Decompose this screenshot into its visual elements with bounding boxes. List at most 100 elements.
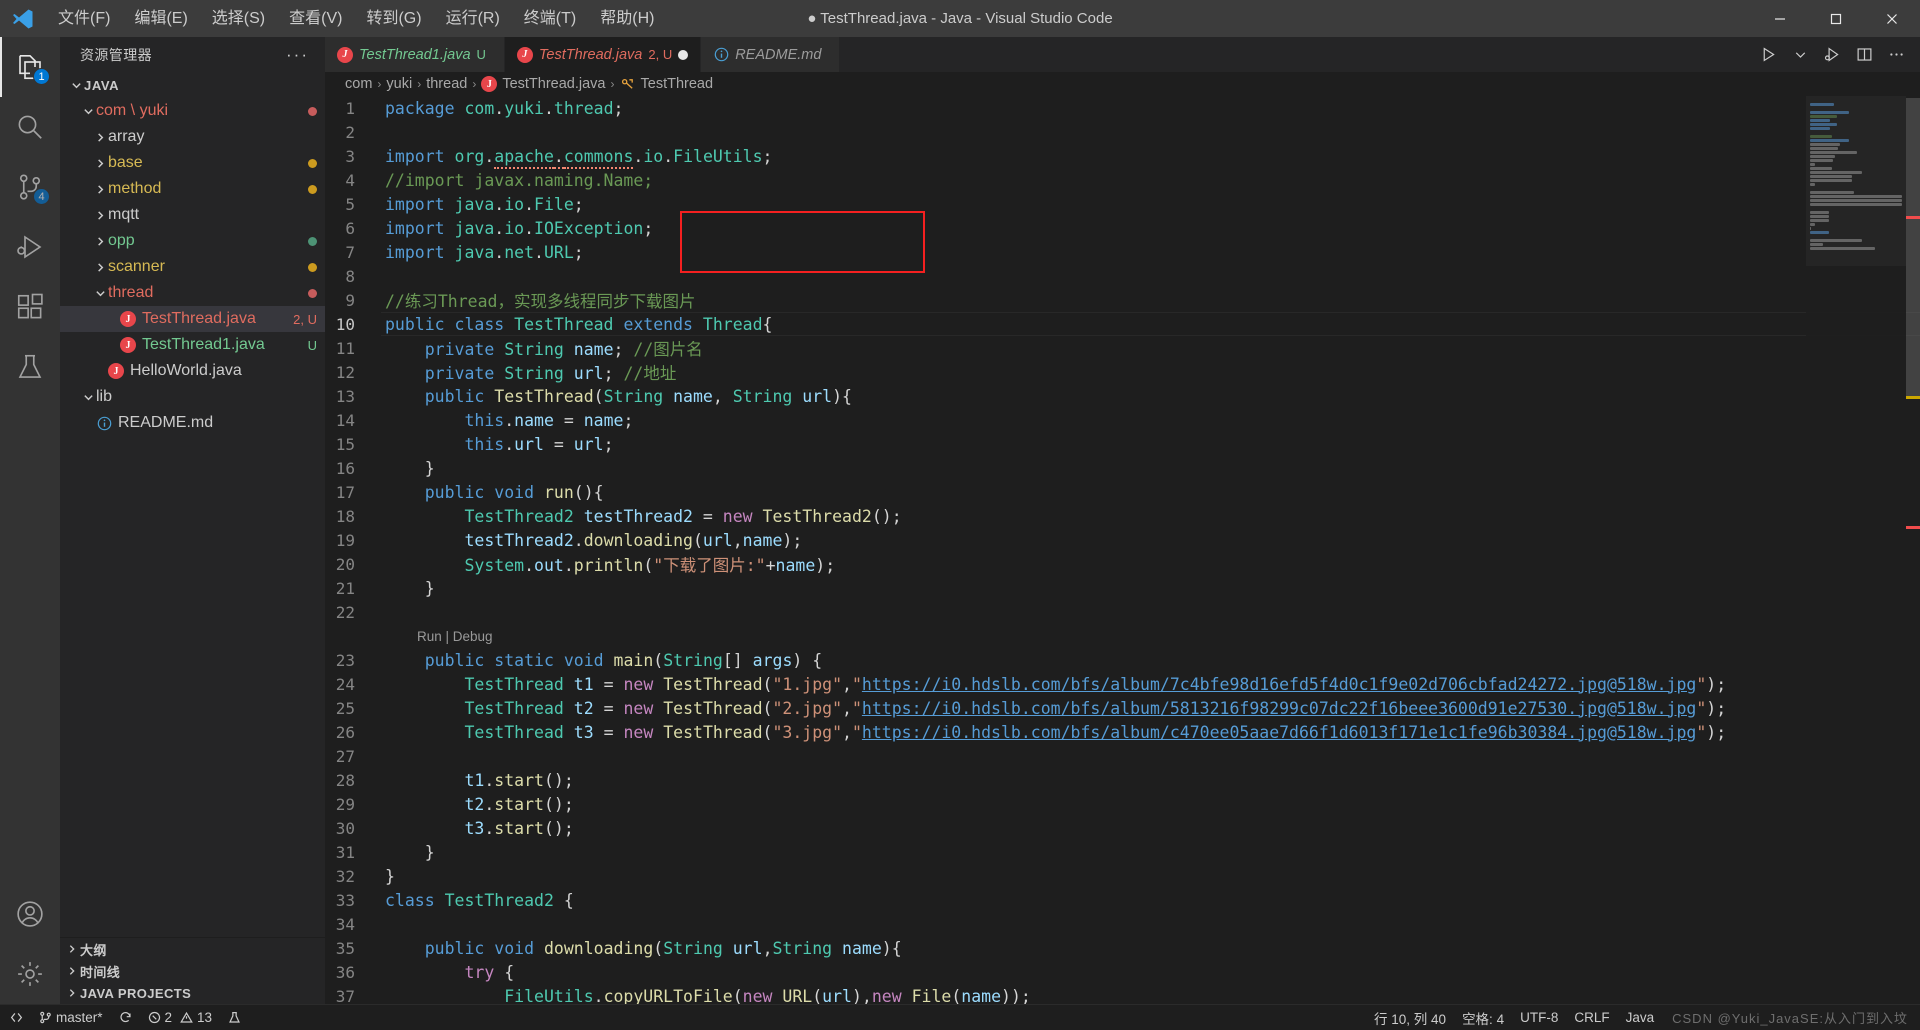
breadcrumb-item-thread[interactable]: thread bbox=[426, 76, 467, 92]
tree-item-lib[interactable]: lib bbox=[60, 384, 325, 410]
code-lens-run[interactable]: Run bbox=[417, 629, 442, 644]
status-remote-indicator[interactable] bbox=[2, 1005, 31, 1030]
tree-item-testthread1-java[interactable]: J TestThread1.java U bbox=[60, 332, 325, 358]
menu-item-terminal[interactable]: 终端(T) bbox=[512, 0, 588, 37]
minimap[interactable] bbox=[1806, 96, 1906, 1004]
sidebar-section-java-projects[interactable]: JAVA PROJECTS bbox=[60, 982, 325, 1004]
status-language-mode[interactable]: Java bbox=[1618, 1005, 1663, 1030]
activity-bar[interactable]: 1 4 bbox=[0, 37, 60, 1004]
editor-actions[interactable] bbox=[1754, 37, 1920, 72]
scrollbar-thumb[interactable] bbox=[1906, 98, 1920, 398]
menu-item-edit[interactable]: 编辑(E) bbox=[122, 0, 199, 37]
code-line[interactable]: 10 public class TestThread extends Thread… bbox=[325, 312, 1920, 336]
code-line[interactable]: 20 System.out.println("下载了图片:"+name); bbox=[325, 552, 1920, 576]
code-line[interactable]: 1 package com.yuki.thread; bbox=[325, 96, 1920, 120]
status-sync[interactable] bbox=[111, 1005, 140, 1030]
tree-item-java[interactable]: JAVA bbox=[60, 72, 325, 98]
tree-item-array[interactable]: array bbox=[60, 124, 325, 150]
code-line[interactable]: 7 import java.net.URL; bbox=[325, 240, 1920, 264]
sidebar-section-timeline[interactable]: 时间线 bbox=[60, 960, 325, 982]
code-line[interactable]: 5 import java.io.File; bbox=[325, 192, 1920, 216]
maximize-button[interactable] bbox=[1808, 0, 1864, 37]
code-line[interactable]: 14 this.name = name; bbox=[325, 408, 1920, 432]
status-eol[interactable]: CRLF bbox=[1566, 1005, 1617, 1030]
code-line[interactable]: 3 import org.apache.commons.io.FileUtils; bbox=[325, 144, 1920, 169]
sidebar-section-outline[interactable]: 大纲 bbox=[60, 938, 325, 960]
code-line[interactable]: 36 try { bbox=[325, 960, 1920, 984]
menu-item-help[interactable]: 帮助(H) bbox=[588, 0, 666, 37]
menu-item-view[interactable]: 查看(V) bbox=[277, 0, 354, 37]
menu-item-file[interactable]: 文件(F) bbox=[46, 0, 122, 37]
status-branch[interactable]: master* bbox=[31, 1005, 111, 1030]
activity-accounts[interactable] bbox=[0, 884, 60, 944]
breadcrumb-item-yuki[interactable]: yuki bbox=[386, 76, 412, 92]
run-code-button[interactable] bbox=[1754, 40, 1782, 70]
code-line[interactable]: 23 public static void main(String[] args… bbox=[325, 648, 1920, 672]
run-and-debug-button[interactable] bbox=[1818, 40, 1846, 70]
code-line[interactable]: 30 t3.start(); bbox=[325, 816, 1920, 840]
code-line[interactable]: 25 TestThread t2 = new TestThread("2.jpg… bbox=[325, 696, 1920, 720]
code-line[interactable]: 28 t1.start(); bbox=[325, 768, 1920, 792]
tree-item-opp[interactable]: opp bbox=[60, 228, 325, 254]
code-lens-debug[interactable]: Debug bbox=[453, 629, 493, 644]
code-line[interactable]: 21 } bbox=[325, 576, 1920, 600]
menu-item-run[interactable]: 运行(R) bbox=[434, 0, 512, 37]
tree-item-scanner[interactable]: scanner bbox=[60, 254, 325, 280]
code-line[interactable]: 22 bbox=[325, 600, 1920, 624]
code-line[interactable]: 29 t2.start(); bbox=[325, 792, 1920, 816]
code-editor[interactable]: 1 package com.yuki.thread; 2 3 import org.ap… bbox=[325, 96, 1920, 1004]
tree-item-readme-md[interactable]: README.md bbox=[60, 410, 325, 436]
code-line[interactable]: 26 TestThread t3 = new TestThread("3.jpg… bbox=[325, 720, 1920, 744]
more-actions-ellipsis-icon[interactable] bbox=[1882, 40, 1910, 70]
activity-manage-gear-icon[interactable] bbox=[0, 944, 60, 1004]
editor-tab-readme-md[interactable]: README.md bbox=[701, 37, 841, 72]
code-lens[interactable]: 0Run | Debug bbox=[325, 624, 1920, 648]
code-line[interactable]: 37 FileUtils.copyURLToFile(new URL(url),… bbox=[325, 984, 1920, 1005]
code-line[interactable]: 17 public void run(){ bbox=[325, 480, 1920, 504]
close-button[interactable] bbox=[1864, 0, 1920, 37]
code-line[interactable]: 19 testThread2.downloading(url,name); bbox=[325, 528, 1920, 552]
sidebar-sections[interactable]: 大纲 时间线 JAVA PROJECTS bbox=[60, 937, 325, 1004]
tree-item-helloworld-java[interactable]: J HelloWorld.java bbox=[60, 358, 325, 384]
tree-item-method[interactable]: method bbox=[60, 176, 325, 202]
tree-item-thread[interactable]: thread bbox=[60, 280, 325, 306]
vertical-scrollbar[interactable] bbox=[1906, 96, 1920, 1004]
sidebar-more-actions-icon[interactable]: ··· bbox=[286, 45, 317, 65]
code-line[interactable]: 6 import java.io.IOException; bbox=[325, 216, 1920, 240]
code-line[interactable]: 8 bbox=[325, 264, 1920, 288]
tree-item-testthread-java[interactable]: J TestThread.java 2, U bbox=[60, 306, 325, 332]
window-controls[interactable] bbox=[1752, 0, 1920, 37]
breadcrumb[interactable]: com › yuki › thread › J TestThread.java › TestThr… bbox=[325, 72, 1920, 96]
minimize-button[interactable] bbox=[1752, 0, 1808, 37]
status-indentation[interactable]: 空格: 4 bbox=[1454, 1005, 1512, 1030]
tree-item-com-yuki[interactable]: com \ yuki bbox=[60, 98, 325, 124]
code-line[interactable]: 33 class TestThread2 { bbox=[325, 888, 1920, 912]
status-bar[interactable]: master* 2 13 行 10, 列 40 空格: 4 UTF-8 CRLF… bbox=[0, 1004, 1920, 1030]
tree-item-base[interactable]: base bbox=[60, 150, 325, 176]
menu-item-selection[interactable]: 选择(S) bbox=[200, 0, 277, 37]
activity-extensions[interactable] bbox=[0, 277, 60, 337]
editor-tab-testthread-java[interactable]: J TestThread.java 2, U bbox=[504, 37, 702, 72]
activity-run-and-debug[interactable] bbox=[0, 217, 60, 277]
activity-source-control[interactable]: 4 bbox=[0, 157, 60, 217]
code-line[interactable]: 9 //练习Thread，实现多线程同步下载图片 bbox=[325, 288, 1920, 312]
run-options-chevron-down-icon[interactable] bbox=[1786, 40, 1814, 70]
code-line[interactable]: 11 private String name; //图片名 bbox=[325, 336, 1920, 360]
code-content[interactable]: 1 package com.yuki.thread; 2 3 import org.ap… bbox=[325, 96, 1920, 1004]
code-line[interactable]: 15 this.url = url; bbox=[325, 432, 1920, 456]
code-line[interactable]: 18 TestThread2 testThread2 = new TestThr… bbox=[325, 504, 1920, 528]
code-line[interactable]: 16 } bbox=[325, 456, 1920, 480]
breadcrumb-item-testthread[interactable]: TestThread bbox=[620, 76, 713, 92]
code-line[interactable]: 27 bbox=[325, 744, 1920, 768]
status-encoding[interactable]: UTF-8 bbox=[1512, 1005, 1566, 1030]
activity-explorer[interactable]: 1 bbox=[0, 37, 60, 97]
breadcrumb-item-com[interactable]: com bbox=[345, 76, 372, 92]
menu-item-go[interactable]: 转到(G) bbox=[354, 0, 433, 37]
code-line[interactable]: 35 public void downloading(String url,St… bbox=[325, 936, 1920, 960]
status-cursor-position[interactable]: 行 10, 列 40 bbox=[1366, 1005, 1454, 1030]
code-line[interactable]: 4 //import javax.naming.Name; bbox=[325, 168, 1920, 192]
file-tree[interactable]: JAVA com \ yuki array base method mqtt opp scan… bbox=[60, 72, 325, 937]
status-problems[interactable]: 2 13 bbox=[140, 1005, 221, 1030]
code-line[interactable]: 13 public TestThread(String name, String… bbox=[325, 384, 1920, 408]
code-line[interactable]: 34 bbox=[325, 912, 1920, 936]
